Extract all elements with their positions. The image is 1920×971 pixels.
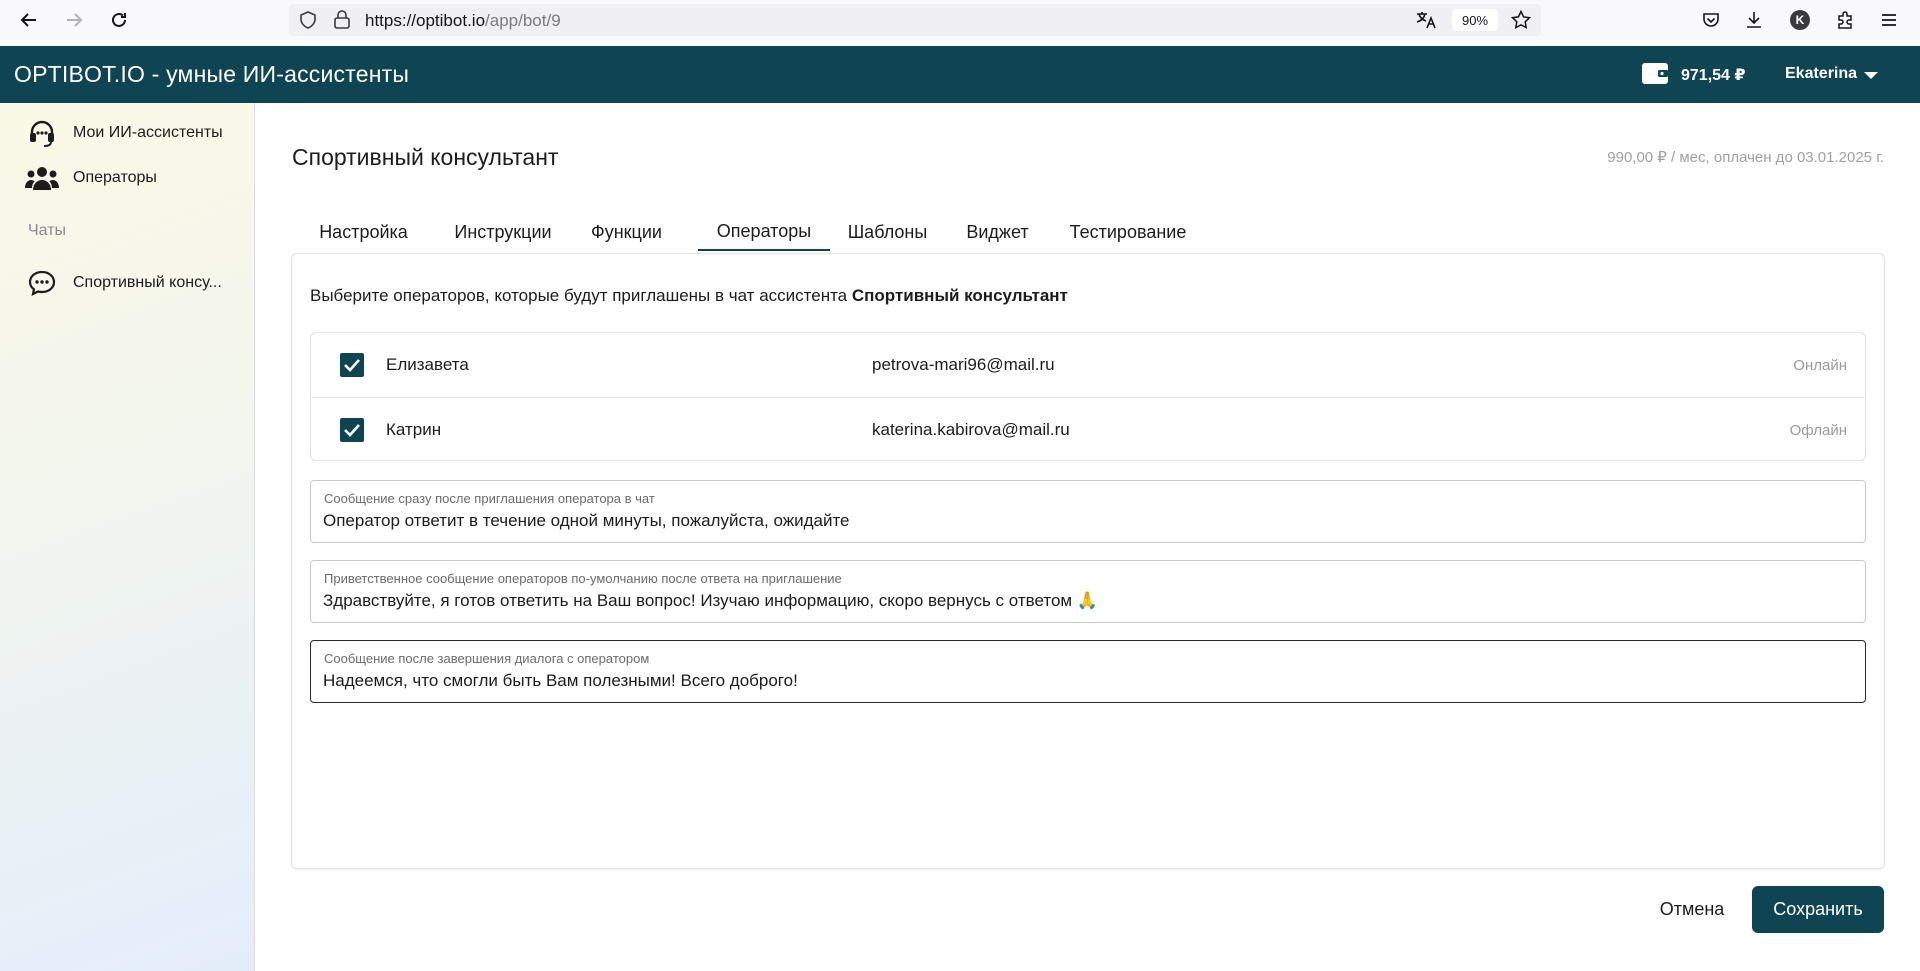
translate-icon[interactable] [1415,10,1437,35]
operator-checkbox[interactable] [340,418,364,442]
tab-instructions[interactable]: Инструкции [435,213,571,251]
operator-name: Катрин [386,420,442,439]
lock-icon [333,10,351,35]
extensions-icon[interactable] [1833,8,1857,32]
chat-bubble-icon [25,267,59,299]
app-title[interactable]: OPTIBOT.IO - умные ИИ-ассистенты [14,61,409,88]
back-button[interactable] [16,8,42,32]
sidebar-item-label: Операторы [73,169,157,186]
bot-name: Спортивный консультант [851,286,1068,305]
plan-info: 990,00 ₽ / мес, оплачен до 03.01.2025 г. [1607,149,1884,166]
tab-settings[interactable]: Настройка [292,213,435,251]
sidebar-chat-label: Спортивный консу... [73,274,222,291]
app-header: OPTIBOT.IO - умные ИИ-ассистенты 971,54 … [0,46,1920,103]
operator-row[interactable]: Елизавета petrova-mari96@mail.ru Онлайн [311,333,1865,397]
finish-message-field[interactable]: Сообщение после завершения диалога с опе… [310,640,1866,703]
invite-message-input[interactable] [323,511,1843,531]
address-bar[interactable]: https://optibot.io/app/bot/9 90% [289,4,1541,36]
greeting-message-field[interactable]: Приветственное сообщение операторов по-у… [310,560,1866,623]
field-label: Приветственное сообщение операторов по-у… [324,571,842,586]
tab-operators[interactable]: Операторы [698,213,830,251]
operators-panel: Выберите операторов, которые будут пригл… [291,253,1885,869]
sidebar-chat-item[interactable]: Спортивный консу... [0,263,255,303]
menu-icon[interactable] [1877,8,1901,32]
page-title: Спортивный консультант [292,144,559,170]
operators-intro: Выберите операторов, которые будут пригл… [310,286,1068,305]
profile-button[interactable]: K [1788,8,1812,32]
download-icon[interactable] [1742,8,1766,32]
checkmark-icon [344,424,360,437]
sidebar-item-assistants[interactable]: Мои ИИ-ассистенты [0,113,255,153]
field-label: Сообщение сразу после приглашения операт… [324,491,655,506]
pocket-icon[interactable] [1699,8,1723,32]
sidebar-item-operators[interactable]: Операторы [0,158,255,198]
operator-list: Елизавета petrova-mari96@mail.ru Онлайн … [310,332,1866,461]
wallet-icon[interactable] [1641,60,1669,86]
arrow-left-icon [20,13,36,27]
cancel-button[interactable]: Отмена [1640,886,1744,932]
users-icon [25,162,59,194]
tab-functions[interactable]: Функции [571,213,682,251]
save-button[interactable]: Сохранить [1752,886,1884,933]
star-icon[interactable] [1510,9,1532,35]
operator-name: Елизавета [386,355,469,374]
tab-widget[interactable]: Виджет [951,213,1044,251]
sidebar: Мои ИИ-ассистенты Операторы Чаты Спортив… [0,103,255,971]
browser-toolbar: https://optibot.io/app/bot/9 90% K [0,0,1920,40]
greeting-message-input[interactable] [323,591,1843,611]
zoom-level-badge[interactable]: 90% [1452,9,1498,31]
invite-message-field[interactable]: Сообщение сразу после приглашения операт… [310,480,1866,543]
field-label: Сообщение после завершения диалога с опе… [324,651,650,666]
finish-message-input[interactable] [323,671,1843,691]
tab-testing[interactable]: Тестирование [1058,213,1198,251]
operator-row[interactable]: Катрин katerina.kabirova@mail.ru Офлайн [311,397,1865,461]
sidebar-section-chats: Чаты [28,222,67,239]
tab-templates[interactable]: Шаблоны [838,213,937,251]
profile-avatar: K [1790,10,1810,30]
url-text: https://optibot.io/app/bot/9 [365,11,561,30]
operator-status: Офлайн [1789,422,1847,439]
operator-status: Онлайн [1793,357,1847,374]
checkmark-icon [344,359,360,372]
arrow-right-icon [67,13,83,27]
operator-email: petrova-mari96@mail.ru [872,355,1055,374]
sidebar-item-label: Мои ИИ-ассистенты [73,124,223,141]
shield-icon [299,11,317,34]
reload-icon [112,12,126,27]
operator-email: katerina.kabirova@mail.ru [872,420,1070,439]
reload-button[interactable] [106,8,132,32]
caret-down-icon[interactable] [1864,72,1878,79]
headset-icon [25,117,59,149]
balance-amount[interactable]: 971,54 ₽ [1681,65,1746,85]
user-menu-name[interactable]: Ekaterina [1785,65,1857,83]
forward-button[interactable] [61,8,87,32]
operator-checkbox[interactable] [340,353,364,377]
